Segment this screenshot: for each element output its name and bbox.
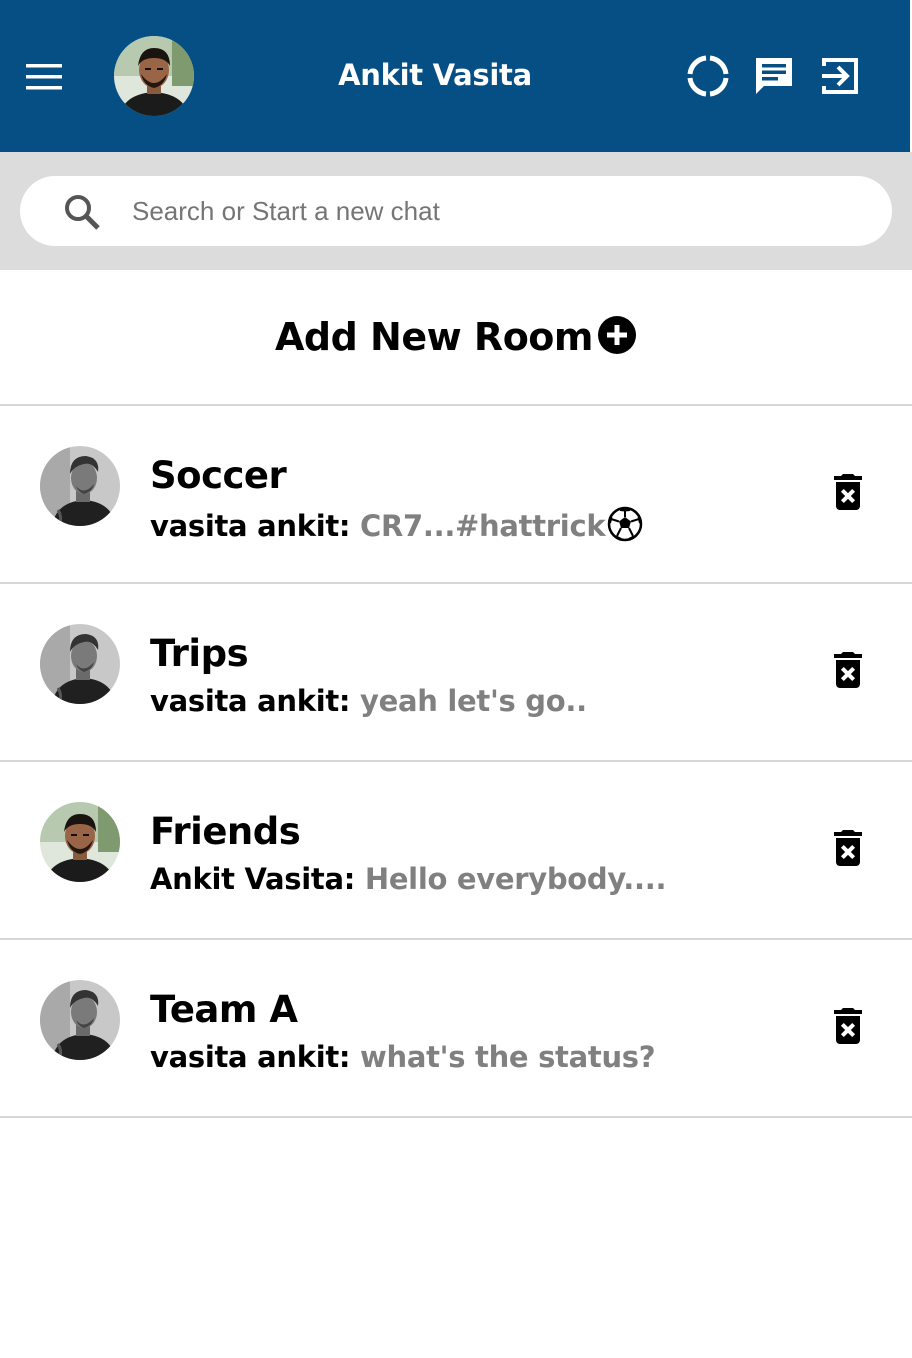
user-avatar[interactable] bbox=[114, 36, 194, 116]
search-bar bbox=[0, 152, 912, 270]
room-last-message: Ankit Vasita: Hello everybody.... bbox=[150, 862, 666, 896]
message-text: CR7...#hattrick bbox=[360, 509, 606, 543]
search-box bbox=[20, 176, 892, 246]
message-sender: vasita ankit: bbox=[150, 1040, 351, 1074]
room-name: Friends bbox=[150, 810, 301, 853]
delete-room-icon[interactable] bbox=[824, 646, 872, 694]
room-item-soccer[interactable]: Soccer vasita ankit: CR7...#hattrick bbox=[0, 406, 912, 584]
add-room-label: Add New Room bbox=[274, 315, 594, 359]
room-avatar bbox=[40, 624, 120, 704]
user-name-title: Ankit Vasita bbox=[338, 58, 532, 92]
delete-room-icon[interactable] bbox=[824, 468, 872, 516]
message-sender: vasita ankit: bbox=[150, 509, 351, 543]
chat-icon[interactable] bbox=[752, 54, 796, 98]
room-name: Soccer bbox=[150, 454, 287, 497]
search-icon bbox=[65, 195, 100, 230]
message-text: what's the status? bbox=[360, 1040, 656, 1074]
app-header: Ankit Vasita bbox=[0, 0, 910, 152]
room-item-trips[interactable]: Trips vasita ankit: yeah let's go.. bbox=[0, 584, 912, 762]
room-last-message: vasita ankit: yeah let's go.. bbox=[150, 684, 587, 718]
menu-icon[interactable] bbox=[24, 62, 64, 92]
search-input[interactable] bbox=[132, 190, 832, 232]
message-sender: vasita ankit: bbox=[150, 684, 351, 718]
message-text: yeah let's go.. bbox=[360, 684, 587, 718]
status-icon[interactable] bbox=[686, 54, 730, 98]
room-item-team-a[interactable]: Team A vasita ankit: what's the status? bbox=[0, 940, 912, 1118]
logout-icon[interactable] bbox=[818, 54, 862, 98]
add-circle-icon[interactable] bbox=[597, 315, 637, 355]
room-item-friends[interactable]: Friends Ankit Vasita: Hello everybody...… bbox=[0, 762, 912, 940]
soccer-ball-icon bbox=[608, 506, 643, 542]
room-last-message: vasita ankit: what's the status? bbox=[150, 1040, 656, 1074]
delete-room-icon[interactable] bbox=[824, 824, 872, 872]
room-name: Trips bbox=[150, 632, 249, 675]
message-text: Hello everybody.... bbox=[364, 862, 667, 896]
room-avatar bbox=[40, 980, 120, 1060]
room-last-message: vasita ankit: CR7...#hattrick bbox=[150, 506, 643, 543]
message-sender: Ankit Vasita: bbox=[150, 862, 356, 896]
room-avatar bbox=[40, 802, 120, 882]
add-new-room[interactable]: Add New Room bbox=[0, 270, 912, 406]
delete-room-icon[interactable] bbox=[824, 1002, 872, 1050]
room-avatar bbox=[40, 446, 120, 526]
room-name: Team A bbox=[150, 988, 298, 1031]
